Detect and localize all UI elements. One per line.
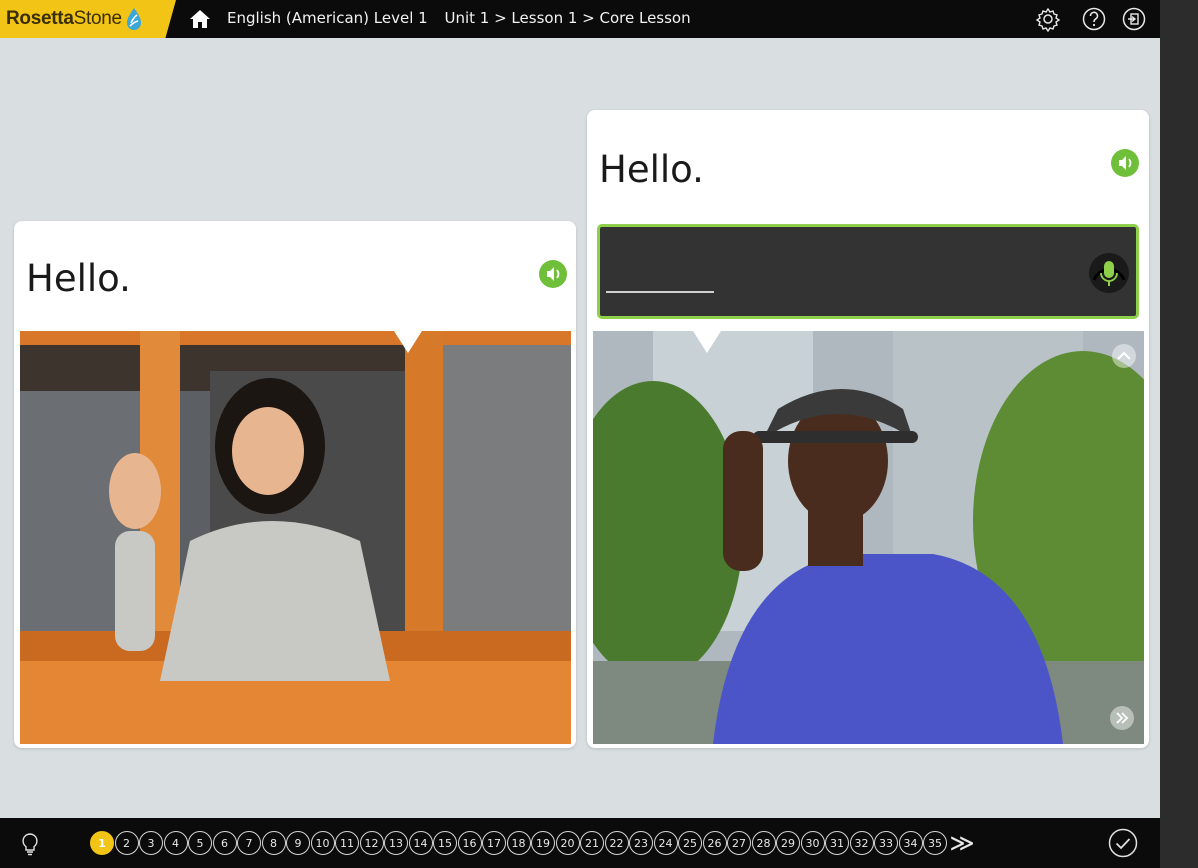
step-23[interactable]: 23 (629, 831, 653, 855)
lightbulb-icon[interactable] (20, 832, 40, 856)
bottom-bar: 1 2 3 4 5 6 7 8 9 10 11 12 13 14 15 16 17 18 19 20 21 22 23 24 2… (0, 818, 1160, 868)
step-32[interactable]: 32 (849, 831, 874, 855)
microphone-icon[interactable] (1088, 252, 1130, 294)
step-26[interactable]: 26 (702, 831, 727, 855)
speech-response-field[interactable] (597, 224, 1139, 319)
breadcrumb-location[interactable]: Unit 1 > Lesson 1 > Core Lesson (444, 9, 690, 27)
phrase-text: Hello. (599, 148, 704, 191)
logo-drop-icon (126, 8, 141, 30)
step-1[interactable]: 1 (90, 831, 114, 855)
step-33[interactable]: 33 (874, 831, 898, 855)
step-27[interactable]: 27 (727, 831, 751, 855)
lesson-stage: Hello. Hello. (0, 38, 1160, 818)
speaker-icon[interactable] (1110, 148, 1140, 178)
speaker-icon[interactable] (538, 259, 568, 289)
help-icon[interactable] (1081, 6, 1107, 32)
more-steps-chevron-icon[interactable]: ≫ (950, 831, 975, 855)
home-icon[interactable] (189, 8, 211, 30)
step-7[interactable]: 7 (237, 831, 261, 855)
step-34[interactable]: 34 (898, 831, 923, 855)
speech-bubble-pointer (693, 331, 721, 353)
photo-woman-waving (20, 331, 571, 744)
step-13[interactable]: 13 (384, 831, 408, 855)
phrase-text: Hello. (26, 257, 131, 300)
step-3[interactable]: 3 (139, 831, 163, 855)
step-6[interactable]: 6 (212, 831, 237, 855)
logo-word-rosetta: Rosetta (6, 8, 74, 29)
breadcrumb: English (American) Level 1 Unit 1 > Less… (227, 9, 691, 27)
step-25[interactable]: 25 (678, 831, 702, 855)
step-15[interactable]: 15 (433, 831, 457, 855)
response-card-man: Hello. (587, 110, 1149, 748)
prompt-card-woman: Hello. (14, 221, 576, 748)
step-31[interactable]: 31 (825, 831, 849, 855)
logo-word-stone: Stone (73, 8, 122, 29)
step-5[interactable]: 5 (188, 831, 212, 855)
step-9[interactable]: 9 (286, 831, 310, 855)
breadcrumb-course[interactable]: English (American) Level 1 (227, 9, 428, 27)
step-22[interactable]: 22 (604, 831, 629, 855)
fast-forward-icon[interactable] (1109, 705, 1135, 731)
step-18[interactable]: 18 (506, 831, 531, 855)
gear-icon[interactable] (1035, 6, 1061, 32)
rosetta-stone-logo: RosettaStone (0, 0, 176, 38)
step-4[interactable]: 4 (163, 831, 188, 855)
step-8[interactable]: 8 (261, 831, 286, 855)
man-in-hat-image (593, 331, 1144, 744)
exit-icon[interactable] (1121, 6, 1147, 32)
step-10[interactable]: 10 (310, 831, 335, 855)
woman-waving-image (20, 331, 571, 744)
step-20[interactable]: 20 (555, 831, 580, 855)
speech-bubble-pointer (394, 331, 422, 353)
step-24[interactable]: 24 (653, 831, 678, 855)
step-17[interactable]: 17 (482, 831, 506, 855)
right-side-panel (1160, 0, 1198, 868)
step-11[interactable]: 11 (335, 831, 359, 855)
step-35[interactable]: 35 (923, 831, 947, 855)
step-29[interactable]: 29 (776, 831, 800, 855)
chevron-up-icon[interactable] (1111, 343, 1137, 369)
lesson-progress-steps: 1 2 3 4 5 6 7 8 9 10 11 12 13 14 15 16 17 18 19 20 21 22 23 24 2… (90, 831, 975, 855)
step-30[interactable]: 30 (800, 831, 825, 855)
photo-man-hat (593, 331, 1144, 744)
step-12[interactable]: 12 (359, 831, 384, 855)
step-16[interactable]: 16 (457, 831, 482, 855)
step-19[interactable]: 19 (531, 831, 555, 855)
checkmark-icon[interactable] (1108, 828, 1138, 858)
step-21[interactable]: 21 (580, 831, 604, 855)
response-underline (606, 291, 714, 293)
top-bar: RosettaStone English (American) Level 1 … (0, 0, 1160, 38)
step-14[interactable]: 14 (408, 831, 433, 855)
step-28[interactable]: 28 (751, 831, 776, 855)
step-2[interactable]: 2 (114, 831, 139, 855)
